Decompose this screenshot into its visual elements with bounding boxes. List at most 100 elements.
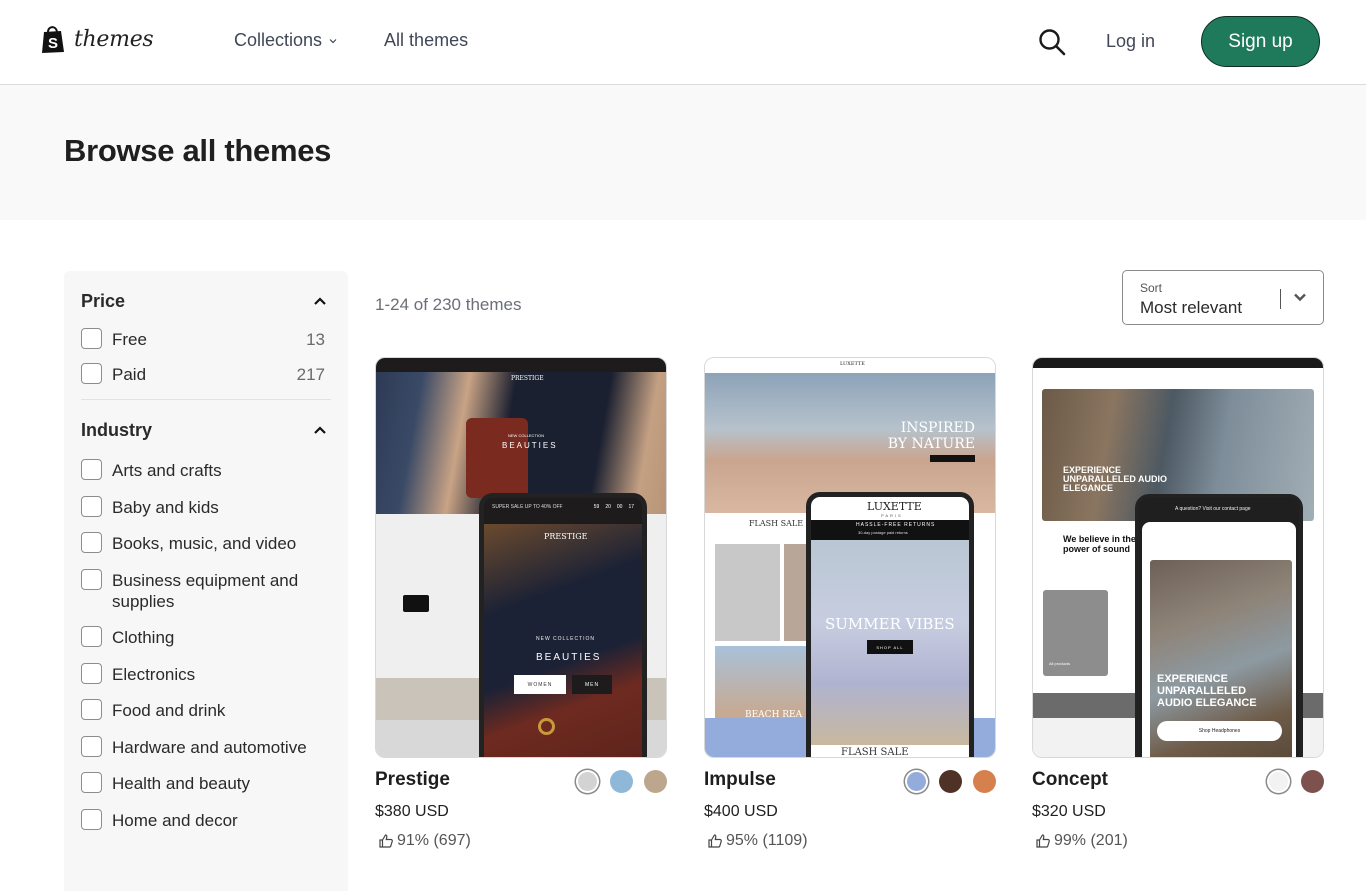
price-option-paid[interactable]: Paid 217 [81, 363, 331, 385]
login-link[interactable]: Log in [1106, 31, 1155, 52]
hero-line: BY NATURE [887, 436, 975, 452]
preview-mobile-heading: SUMMER VIBES [825, 615, 955, 633]
checkbox[interactable] [81, 459, 102, 480]
rating-text: 99% (201) [1054, 832, 1128, 849]
industry-option[interactable]: Home and decor [81, 808, 331, 831]
price-option-free[interactable]: Free 13 [81, 328, 331, 350]
industry-option[interactable]: Health and beauty [81, 772, 331, 794]
option-label: Hardware and automotive [112, 737, 307, 757]
preview-mobile-heading: BEAUTIES [536, 652, 602, 663]
option-label: Health and beauty [112, 774, 250, 793]
industry-option[interactable]: Hardware and automotive [81, 735, 331, 758]
filter-industry-toggle[interactable]: Industry [81, 400, 331, 460]
preview-topbar [1033, 358, 1323, 368]
swatch[interactable] [973, 770, 996, 793]
search-button[interactable] [1036, 26, 1068, 58]
swatch[interactable] [610, 770, 633, 793]
option-label: Food and drink [112, 701, 226, 720]
preview-kicker: NEW COLLECTION [508, 433, 545, 438]
preview-bag-clasp [538, 718, 555, 735]
option-label: Free [112, 330, 147, 349]
option-label: Books, music, and video [112, 534, 297, 553]
checkbox[interactable] [81, 363, 102, 384]
preview-brand: PRESTIGE [511, 375, 544, 382]
checkbox[interactable] [81, 808, 102, 830]
theme-card-concept: EXPERIENCE UNPARALLELED AUDIO ELEGANCE W… [1032, 357, 1324, 858]
swatch[interactable] [1301, 770, 1324, 793]
shopify-themes-logo[interactable]: S themes [40, 24, 154, 54]
preview-hero-heading: INSPIRED BY NATURE [888, 420, 975, 452]
preview-mobile-button: SHOP ALL [867, 640, 913, 654]
nav-collections[interactable]: Collections [234, 30, 338, 51]
checkbox[interactable] [81, 662, 102, 684]
theme-name[interactable]: Concept [1032, 769, 1108, 791]
header-actions: Log in Sign up [1036, 16, 1320, 67]
checkbox[interactable] [81, 495, 102, 517]
option-label: Arts and crafts [112, 461, 222, 480]
preview-mobile-heading: EXPERIENCE UNPARALLELED AUDIO ELEGANCE [1157, 673, 1257, 709]
preview-mobile-banner-1: HASSLE-FREE RETURNS [856, 522, 936, 528]
option-label: Paid [112, 365, 147, 384]
sort-select[interactable]: Sort Most relevant [1122, 270, 1324, 325]
industry-option[interactable]: Electronics [81, 662, 331, 685]
nav-all-themes[interactable]: All themes [384, 30, 468, 51]
swatch[interactable] [644, 770, 667, 793]
preview-mobile-sub: PARIS [881, 513, 903, 518]
industry-option[interactable]: Arts and crafts [81, 459, 331, 481]
theme-name[interactable]: Prestige [375, 769, 450, 791]
swatch[interactable] [1269, 772, 1288, 791]
industry-option[interactable]: Books, music, and video [81, 532, 331, 554]
option-count: 217 [296, 365, 325, 384]
theme-preview[interactable]: LUXETTE INSPIRED BY NATURE FLASH SALE BEA… [704, 357, 996, 758]
title-band: Browse all themes [0, 85, 1366, 220]
countdown-value: 17 [628, 504, 634, 510]
swatch[interactable] [578, 772, 597, 791]
checkbox[interactable] [81, 735, 102, 757]
checkbox[interactable] [81, 772, 102, 793]
checkbox[interactable] [81, 568, 102, 590]
filter-price-title: Price [81, 290, 126, 311]
nav-collections-label: Collections [234, 30, 323, 50]
industry-option[interactable]: Clothing [81, 626, 331, 648]
rating-text: 95% (1109) [726, 832, 808, 849]
preview-tagline-2: power of sound [1063, 544, 1130, 554]
preview-product [403, 595, 429, 612]
checkbox[interactable] [81, 699, 102, 720]
theme-preview[interactable]: PRESTIGE NEW COLLECTION BEAUTIES SUPER S… [375, 357, 667, 758]
preview-nav [1033, 368, 1323, 388]
theme-preview[interactable]: EXPERIENCE UNPARALLELED AUDIO ELEGANCE W… [1032, 357, 1324, 758]
results-count: 1-24 of 230 themes [375, 295, 522, 314]
sort-separator [1280, 289, 1281, 309]
filter-industry-title: Industry [81, 419, 153, 440]
preview-beach [715, 646, 815, 718]
chevron-down-icon [1294, 293, 1306, 302]
preview-mobile: SUPER SALE UP TO 40% OFF 59 20 00 17 PRE… [479, 493, 647, 757]
checkbox[interactable] [81, 532, 102, 553]
sort-value: Most relevant [1140, 298, 1243, 317]
option-count: 13 [306, 330, 325, 349]
checkbox[interactable] [81, 626, 102, 647]
logo-text: themes [74, 26, 154, 52]
preview-bag [466, 418, 528, 498]
site-header: S themes Collections All themes Log in S… [0, 0, 1366, 85]
theme-info: Impulse $400 USD 95% (1109) [704, 758, 996, 858]
swatch[interactable] [939, 770, 962, 793]
countdown-value: 00 [616, 504, 623, 510]
preview-mobile-banner-2: 30-day postage paid returns [858, 530, 908, 535]
preview-button-women: WOMEN [514, 675, 566, 694]
signup-button[interactable]: Sign up [1201, 16, 1320, 67]
checkbox[interactable] [81, 328, 102, 349]
industry-option[interactable]: Food and drink [81, 699, 331, 721]
theme-price: $380 USD [375, 803, 449, 820]
theme-info: Concept $320 USD 99% (201) [1032, 758, 1324, 858]
chevron-down-icon [329, 38, 337, 43]
preview-product [715, 544, 780, 641]
thumbs-up-icon [1036, 834, 1050, 848]
rating-text: 91% (697) [397, 832, 471, 849]
swatch[interactable] [907, 772, 926, 791]
industry-option[interactable]: Business equipment and supplies [81, 568, 331, 612]
option-label: Clothing [112, 628, 175, 647]
filter-price-toggle[interactable]: Price [81, 271, 331, 329]
industry-option[interactable]: Baby and kids [81, 495, 331, 518]
theme-name[interactable]: Impulse [704, 769, 776, 791]
